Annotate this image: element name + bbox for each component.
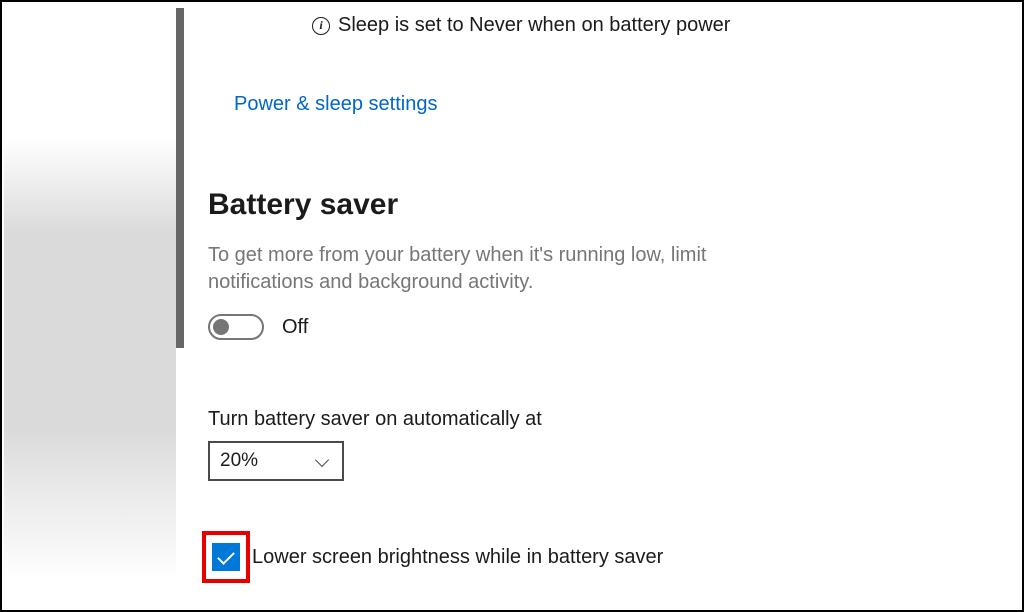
threshold-dropdown[interactable]: 20% [208, 441, 344, 481]
scrollbar[interactable] [176, 8, 184, 348]
sleep-notice-text: Sleep is set to Never when on battery po… [338, 14, 730, 37]
settings-content: i Sleep is set to Never when on battery … [208, 8, 1002, 604]
toggle-knob-icon [213, 319, 229, 335]
battery-saver-heading: Battery saver [208, 188, 1002, 222]
highlight-annotation [202, 531, 250, 583]
chevron-down-icon [316, 454, 330, 468]
power-sleep-link[interactable]: Power & sleep settings [234, 93, 437, 116]
brightness-checkbox-label: Lower screen brightness while in battery… [252, 546, 663, 569]
checkmark-icon [217, 547, 235, 565]
battery-saver-toggle-label: Off [282, 316, 308, 339]
battery-saver-description: To get more from your battery when it's … [208, 242, 788, 296]
sidebar-background [4, 4, 176, 610]
info-icon: i [312, 17, 330, 35]
brightness-checkbox-row: Lower screen brightness while in battery… [202, 531, 1002, 583]
auto-on-label: Turn battery saver on automatically at [208, 408, 1002, 431]
threshold-value: 20% [220, 450, 258, 472]
battery-saver-toggle[interactable] [208, 314, 264, 340]
brightness-checkbox[interactable] [212, 543, 240, 571]
battery-saver-toggle-row: Off [208, 314, 1002, 340]
sleep-notice-row: i Sleep is set to Never when on battery … [312, 14, 1002, 37]
